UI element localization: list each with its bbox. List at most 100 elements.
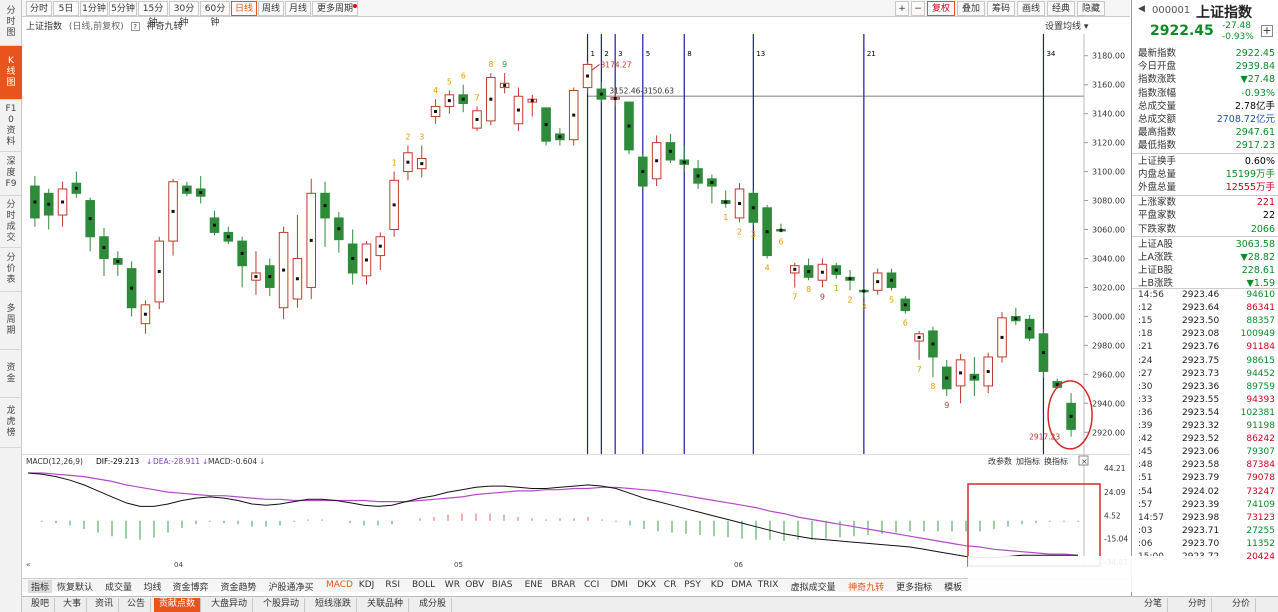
bottom-tab-7[interactable]: 短线涨跌 [310,598,358,612]
sidebar-item-4[interactable]: 分时成交 [0,196,22,248]
period-6[interactable]: 60分钟 [200,1,230,28]
indicator-tab-26[interactable]: 更多指标 [896,580,932,593]
period-10[interactable]: 更多周期 [312,1,358,16]
indicator-tab-5[interactable]: 资金趋势 [221,580,257,593]
bottom-tab-6[interactable]: 个股异动 [258,598,306,612]
period-8[interactable]: 周线 [258,1,284,16]
indicator-tab-22[interactable]: DMA [731,580,752,590]
period-0[interactable]: 分时 [26,1,52,16]
toolbar-right-5[interactable]: 画线 [1017,1,1045,16]
nine-turn-label: 7 [917,365,922,374]
candle-dot [475,117,479,121]
indicator-tab-1[interactable]: 恢复默认 [57,580,93,593]
period-4[interactable]: 15分钟 [138,1,168,28]
indicator-tab-27[interactable]: 模板 [944,580,962,593]
indicator-tab-10[interactable]: BOLL [412,580,435,590]
sidebar-item-6[interactable]: 多周期 [0,292,22,350]
toolbar-right-7[interactable]: 隐藏 [1077,1,1105,16]
stat-label: 指数涨跌 [1138,74,1177,86]
macd-chart[interactable]: MACD(12,26,9) DIF:-29.213 ↓ DEA:-28.911 ↓ MAC… [22,454,1130,568]
indicator-tab-6[interactable]: 沪股通净买 [269,580,314,593]
indicator-tab-0[interactable]: 指标 [28,580,53,593]
tick-tab-2[interactable]: 分价 [1227,598,1257,612]
help-icon[interactable]: ? [130,22,140,31]
candle-dot [586,74,590,78]
stat-value: 2947.61 [1235,127,1275,139]
indicator-tab-17[interactable]: DMI [611,580,628,590]
toolbar-right-6[interactable]: 经典 [1047,1,1075,16]
scroll-left-icon[interactable]: « [26,560,31,568]
sidebar-item-5[interactable]: 分价表 [0,248,22,292]
period-2[interactable]: 1分钟 [80,1,108,16]
indicator-tab-15[interactable]: BRAR [551,580,575,590]
bottom-tab-3[interactable]: 公告 [122,598,152,612]
candle-dot [641,170,645,174]
indicator-tab-3[interactable]: 均线 [144,580,162,593]
sidebar-item-0[interactable]: 分时图 [0,0,22,46]
indicator-tab-24[interactable]: 虚拟成交量 [791,580,836,593]
indicator-tab-7[interactable]: MACD [326,580,353,590]
indicator-tab-14[interactable]: ENE [525,580,543,590]
candle-dot [254,275,258,279]
indicator-tab-13[interactable]: BIAS [492,580,513,590]
tick-volume: 94393 [1246,394,1275,405]
nine-turn-label: 4 [433,86,438,95]
tick-row: :36 2923.54 102381 [1138,407,1275,420]
fib-label: 1 [591,50,595,58]
bottom-tab-9[interactable]: 成分股 [414,598,453,612]
macd-control-0[interactable]: 改参数 [988,456,1012,466]
sidebar-item-8[interactable]: 龙虎榜 [0,398,22,448]
nine-turn-label: 8 [488,60,493,69]
period-7[interactable]: 日线 [231,1,257,16]
price-label: 3100.00 [1092,168,1125,177]
candle-dot [33,200,37,204]
toolbar-right-3[interactable]: 叠加 [957,1,985,16]
toolbar-right-0[interactable]: + [895,1,909,16]
macd-control-2[interactable]: 换指标 [1044,456,1068,466]
period-9[interactable]: 月线 [285,1,311,16]
stat-value: ▼28.82 [1240,252,1275,263]
period-3[interactable]: 5分钟 [109,1,137,16]
indicator-tab-25[interactable]: 神奇九转 [848,580,884,593]
indicator-tab-19[interactable]: CR [664,580,677,590]
candle-dot [765,230,769,234]
toolbar-right-2[interactable]: 复权 [927,1,955,16]
toolbar-right-4[interactable]: 筹码 [987,1,1015,16]
indicator-tab-8[interactable]: KDJ [359,580,375,590]
sidebar-item-3[interactable]: 深度F9 [0,152,22,196]
back-arrow-icon[interactable]: ◀ [1138,4,1145,14]
bottom-tab-5[interactable]: 大盘异动 [206,598,254,612]
indicator-tab-23[interactable]: TRIX [758,580,779,590]
bottom-tab-4[interactable]: 贡献点数 [154,598,202,612]
sidebar-item-2[interactable]: F10资料 [0,100,22,152]
bottom-tab-0[interactable]: 股吧 [26,598,56,612]
period-5[interactable]: 30分钟 [169,1,199,28]
close-icon-glyph: × [1081,457,1088,466]
candlestick-chart[interactable]: 3180.00 3160.00 3140.00 3120.00 3100.00 3080.… [22,34,1130,454]
bottom-tab-1[interactable]: 大事 [58,598,88,612]
bottom-tab-2[interactable]: 资讯 [90,598,120,612]
add-watchlist-icon[interactable]: + [1261,25,1273,37]
period-1[interactable]: 5日 [53,1,79,16]
indicator-tab-21[interactable]: KD [711,580,724,590]
indicator-tab-12[interactable]: OBV [465,580,484,590]
macd-control-1[interactable]: 加指标 [1016,456,1040,466]
tick-tab-1[interactable]: 分时 [1183,598,1213,612]
sidebar-item-7[interactable]: 资金 [0,350,22,398]
indicator-tab-16[interactable]: CCI [584,580,599,590]
sidebar-item-1[interactable]: K线图 [0,46,22,100]
indicator-name[interactable]: 神奇九转 [147,22,183,32]
candle-dot [102,246,106,250]
toolbar-right-1[interactable]: − [911,1,925,16]
indicator-tab-11[interactable]: WR [445,580,460,590]
indicator-tab-20[interactable]: PSY [684,580,701,590]
bottom-tab-8[interactable]: 关联品种 [362,598,410,612]
tick-volume: 86341 [1246,303,1275,314]
indicator-tab-4[interactable]: 资金博弈 [173,580,209,593]
ma-settings-button[interactable]: 设置均线 ▾ [1045,19,1088,32]
indicator-tab-18[interactable]: DKX [637,580,656,590]
indicator-tab-2[interactable]: 成交量 [105,580,132,593]
indicator-tab-9[interactable]: RSI [385,580,400,590]
tick-time: :57 [1138,499,1153,510]
tick-tab-0[interactable]: 分笔 [1139,598,1169,612]
